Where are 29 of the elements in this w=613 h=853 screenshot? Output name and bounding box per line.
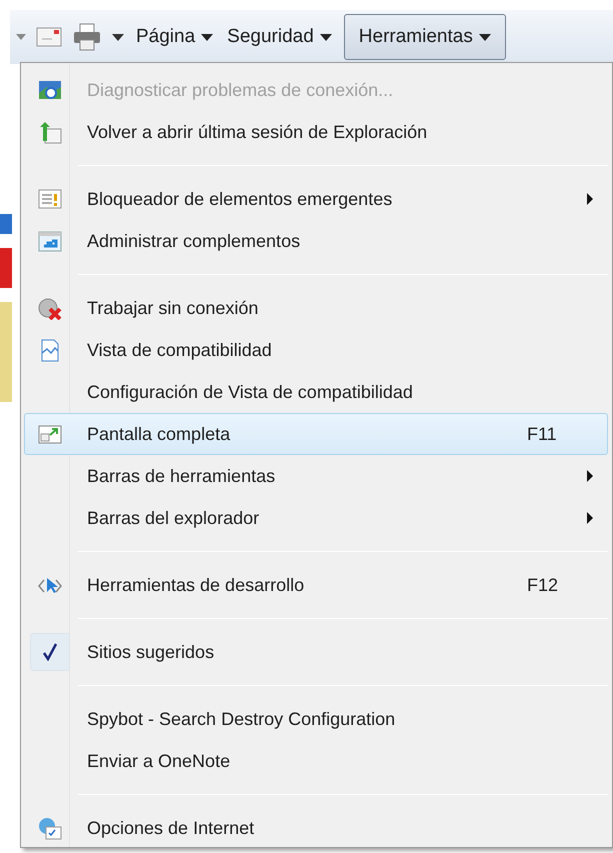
menu-item[interactable]: Vista de compatibilidad	[24, 329, 608, 371]
caret-icon	[478, 34, 491, 40]
globe-checklist-icon	[38, 816, 62, 840]
menu-item[interactable]: Opciones de Internet	[24, 807, 608, 849]
printer-icon[interactable]	[72, 23, 102, 51]
caret-icon	[320, 34, 332, 40]
menu-item[interactable]: Barras de herramientas	[24, 455, 608, 497]
menu-item[interactable]: Spybot - Search Destroy Configuration	[24, 698, 608, 740]
menu-item[interactable]: Barras del explorador	[24, 497, 608, 539]
menu-item[interactable]: Enviar a OneNote	[24, 740, 608, 782]
window-arrow-icon	[38, 120, 62, 144]
mail-icon[interactable]	[36, 27, 62, 47]
toolbar-menu-button[interactable]: Página	[134, 14, 216, 60]
menu-item[interactable]: Volver a abrir última sesión de Exploración	[24, 111, 608, 153]
menu-item[interactable]: Bloqueador de elementos emergentes	[24, 178, 608, 220]
caret-icon[interactable]	[112, 34, 124, 40]
menu-item[interactable]: Pantalla completa F11	[24, 413, 608, 455]
caret-icon	[201, 34, 214, 40]
menu-item[interactable]: Administrar complementos	[24, 220, 608, 262]
list-warning-icon	[38, 188, 62, 210]
fullscreen-icon	[38, 422, 62, 446]
menu-item[interactable]: Trabajar sin conexión	[24, 287, 608, 329]
toolbar-menu-button[interactable]: Seguridad	[225, 14, 334, 60]
puzzle-window-icon	[38, 230, 62, 252]
menu-item[interactable]: Sitios sugeridos	[24, 631, 608, 673]
menu-item[interactable]: Configuración de Vista de compatibilidad	[24, 371, 608, 413]
toolbar-menu-button[interactable]: Herramientas	[344, 14, 506, 60]
menu-item[interactable]: Herramientas de desarrollo F12	[24, 564, 608, 606]
globe-cross-icon	[38, 296, 62, 320]
